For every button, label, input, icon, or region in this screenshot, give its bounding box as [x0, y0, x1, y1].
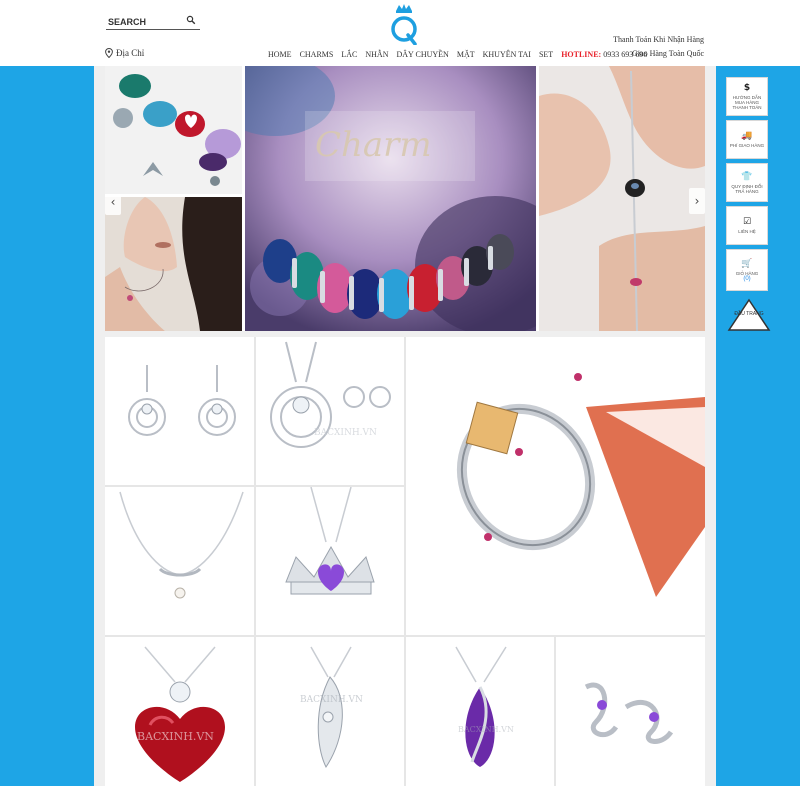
sidebar-item-contact[interactable]: ☑ LIÊN HỆ [726, 206, 768, 245]
nav-item-nhan[interactable]: NHẪN [361, 50, 392, 59]
product-tile-jewelry-set[interactable]: BACXINH.VN [256, 337, 404, 485]
product-grid: BACXINH.VN BACXINH.VN BACXINH.VN BACXINH… [105, 337, 705, 786]
product-tile-swirl-pendant[interactable]: BACXINH.VN [256, 637, 404, 786]
address-label: Địa Chỉ [116, 48, 145, 58]
nav-item-day-chuyen[interactable]: DÂY CHUYỀN [392, 50, 452, 59]
product-watermark: BACXINH.VN [137, 730, 214, 743]
tshirt-icon: 👕 [741, 171, 753, 182]
next-slide-button[interactable]: › [689, 188, 705, 214]
sidebar-item-label: HƯỚNG DẪN MUA HÀNG THANH TOÁN [732, 95, 762, 110]
banner-photo-charm-main: Charm [245, 66, 536, 331]
nav-item-set[interactable]: SET [535, 50, 557, 59]
nav-item-charms[interactable]: CHARMS [296, 50, 338, 59]
banner-photo-hand-bracelet: › [539, 66, 705, 331]
sidebar-item-label: PHÍ GIAO HÀNG [729, 143, 765, 148]
service-info: Thanh Toán Khi Nhận Hàng Giao Hàng Toàn … [613, 33, 704, 61]
back-to-top-label: ĐẦU TRANG [734, 311, 764, 317]
search-icon[interactable] [186, 15, 196, 25]
nav-item-lac[interactable]: LẮC [337, 50, 361, 59]
cart-icon: 🛒 [741, 258, 753, 269]
left-blue-background [0, 66, 94, 786]
sidebar-item-shipping-fee[interactable]: 🚚 PHÍ GIAO HÀNG [726, 120, 768, 159]
sidebar-item-payment-guide[interactable]: $ HƯỚNG DẪN MUA HÀNG THANH TOÁN [726, 77, 768, 116]
hero-banner[interactable]: ‹ Charm › [105, 66, 705, 331]
truck-icon: 🚚 [741, 131, 753, 141]
search-input[interactable] [106, 14, 182, 30]
product-watermark: BACXINH.VN [300, 695, 363, 705]
sidebar-item-cart[interactable]: 🛒 GIỎ HÀNG (0) [726, 249, 768, 291]
shipping-note: Giao Hàng Toàn Quốc [632, 49, 704, 58]
cart-count: (0) [743, 275, 751, 282]
sidebar-item-return-policy[interactable]: 👕 QUY ĐỊNH ĐỔI TRẢ HÀNG [726, 163, 768, 202]
product-tile-pearl-necklace[interactable] [105, 487, 254, 635]
main-navigation: HOME CHARMS LẮC NHẪN DÂY CHUYỀN MẶT KHUY… [268, 50, 651, 59]
product-tile-red-heart-pendant[interactable]: BACXINH.VN [105, 637, 254, 786]
product-tile-ring-featured[interactable] [406, 337, 705, 635]
nav-item-khuyen-tai[interactable]: KHUYÊN TAI [479, 50, 535, 59]
product-tile-purple-teardrop[interactable]: BACXINH.VN [406, 637, 554, 786]
address-link[interactable]: Địa Chỉ [105, 48, 144, 58]
map-pin-icon [105, 48, 113, 58]
banner-photo-necklace-model: ‹ [105, 197, 242, 331]
banner-photo-charm-bracelet [105, 66, 242, 194]
back-to-top-button[interactable]: ĐẦU TRANG [727, 298, 771, 332]
hotline-label: HOTLINE: [561, 50, 602, 59]
sidebar-item-label: QUY ĐỊNH ĐỔI TRẢ HÀNG [731, 183, 763, 194]
site-header: Địa Chỉ HOME CHARMS LẮC NHẪN DÂY CHUYỀN … [0, 0, 800, 66]
product-tile-wave-earrings[interactable] [556, 637, 705, 786]
product-watermark: BACXINH.VN [458, 725, 514, 734]
banner-script-title: Charm [315, 125, 432, 165]
payment-note: Thanh Toán Khi Nhận Hàng [613, 35, 704, 44]
dollar-icon: $ [743, 83, 751, 93]
sidebar-item-label: LIÊN HỆ [738, 229, 756, 234]
prev-slide-button[interactable]: ‹ [105, 197, 121, 215]
nav-item-mat[interactable]: MẶT [453, 50, 479, 59]
product-tile-crown-pendant[interactable] [256, 487, 404, 635]
nav-item-home[interactable]: HOME [268, 50, 296, 59]
product-tile-earrings-circle[interactable] [105, 337, 254, 485]
search-box [106, 12, 200, 30]
checkbox-icon: ☑ [742, 217, 752, 227]
logo[interactable] [389, 3, 419, 45]
product-watermark: BACXINH.VN [314, 428, 377, 438]
